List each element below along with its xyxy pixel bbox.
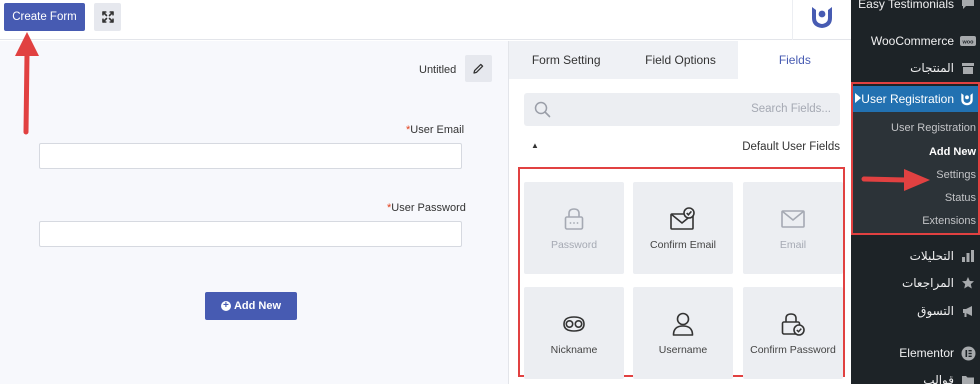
svg-text:woo: woo	[962, 40, 975, 46]
menu-item-label: المراجعات	[901, 276, 954, 290]
fullscreen-button[interactable]	[94, 3, 121, 31]
testimonial-icon	[960, 0, 976, 12]
menu-item-easy-testimonials[interactable]: Easy Testimonials	[851, 0, 980, 16]
field-card-password[interactable]: Password	[524, 182, 624, 274]
default-user-fields-header[interactable]: ▲ Default User Fields	[509, 137, 852, 159]
envelope-icon	[781, 210, 805, 228]
plus-circle-icon: +	[220, 301, 231, 311]
menu-item-analytics[interactable]: التحليلات	[851, 244, 980, 268]
edit-title-button[interactable]	[465, 55, 492, 82]
user-email-label-text: User Email	[410, 124, 465, 136]
lock-check-icon	[781, 313, 805, 336]
field-card-label: Confirm Email	[650, 239, 716, 251]
menu-item-elementor[interactable]: Elementor	[851, 341, 980, 365]
tab-form-setting[interactable]: Form Setting	[509, 41, 623, 79]
builder-panel: Form Setting Field Options Fields Search…	[508, 41, 852, 384]
wp-admin-sidebar: Easy Testimonials WooCommerce woo المنتج…	[851, 0, 980, 384]
megaphone-icon	[960, 303, 976, 319]
user-password-field[interactable]	[39, 221, 462, 247]
field-card-username[interactable]: Username	[633, 287, 733, 379]
search-icon	[534, 101, 551, 118]
menu-item-reviews[interactable]: المراجعات	[851, 271, 980, 295]
user-registration-logo	[812, 7, 832, 28]
mask-icon	[563, 316, 585, 332]
add-new-row-button[interactable]: + Add New	[205, 292, 297, 320]
search-placeholder: Search Fields...	[751, 103, 831, 115]
create-form-button[interactable]: Create Form	[4, 3, 85, 31]
tab-field-options[interactable]: Field Options	[623, 41, 737, 79]
user-icon	[672, 312, 694, 336]
lock-icon	[564, 208, 584, 230]
panel-tabs: Form Setting Field Options Fields	[509, 41, 852, 79]
user-email-field[interactable]	[39, 143, 462, 169]
field-card-nickname[interactable]: Nickname	[524, 287, 624, 379]
field-card-label: Nickname	[550, 344, 598, 356]
submenu-add-new[interactable]: Add New	[929, 146, 976, 158]
submenu-status[interactable]: Status	[945, 192, 976, 204]
envelope-check-icon	[670, 207, 695, 230]
menu-item-label: Easy Testimonials	[858, 0, 954, 11]
toolbar-divider	[792, 0, 793, 40]
menu-item-label: التسوق	[917, 304, 954, 318]
section-title: Default User Fields	[742, 141, 840, 153]
submenu-extensions[interactable]: Extensions	[922, 215, 976, 227]
menu-item-woocommerce[interactable]: WooCommerce woo	[851, 29, 980, 53]
menu-item-products[interactable]: المنتجات	[851, 56, 980, 80]
user-registration-logo	[961, 93, 973, 106]
woo-icon: woo	[960, 33, 976, 49]
menu-item-label: المنتجات	[910, 61, 954, 75]
elementor-icon	[960, 345, 976, 361]
user-password-label: *User Password	[387, 202, 466, 214]
menu-item-label: User Registration	[861, 92, 954, 106]
search-fields-input[interactable]: Search Fields...	[524, 93, 840, 126]
menu-item-user-registration[interactable]: User Registration	[853, 86, 978, 112]
user-registration-menu: User Registration User Registration Add …	[851, 82, 980, 235]
current-menu-pointer-icon	[855, 93, 861, 103]
field-card-label: Confirm Password	[750, 344, 836, 356]
expand-arrows-icon	[101, 11, 114, 23]
field-card-email[interactable]: Email	[743, 182, 843, 274]
tab-fields[interactable]: Fields	[737, 41, 852, 79]
field-card-confirm-password[interactable]: Confirm Password	[743, 287, 843, 379]
menu-item-label: التحليلات	[909, 249, 954, 263]
collapse-caret-icon: ▲	[531, 141, 539, 150]
chart-icon	[960, 248, 976, 264]
folder-icon	[960, 372, 976, 384]
user-password-label-text: User Password	[391, 202, 466, 214]
star-icon	[960, 275, 976, 291]
field-card-label: Password	[550, 239, 598, 251]
pencil-icon	[473, 63, 484, 74]
form-canvas: Untitled *User Email *User Password + Ad…	[0, 41, 508, 384]
form-title[interactable]: Untitled	[419, 64, 456, 76]
add-new-label: Add New	[233, 300, 282, 312]
menu-item-marketing[interactable]: التسوق	[851, 299, 980, 323]
user-email-label: *User Email	[406, 124, 464, 136]
menu-item-label: قوالب	[923, 373, 954, 384]
user-registration-submenu: User Registration Add New Settings Statu…	[853, 112, 978, 233]
field-card-label: Username	[658, 344, 708, 356]
field-card-label: Email	[779, 239, 807, 251]
submenu-settings[interactable]: Settings	[936, 169, 976, 181]
menu-item-templates[interactable]: قوالب	[851, 368, 980, 384]
field-card-confirm-email[interactable]: Confirm Email	[633, 182, 733, 274]
submenu-user-registration[interactable]: User Registration	[891, 122, 976, 134]
menu-item-label: Elementor	[899, 346, 954, 360]
archive-icon	[960, 60, 976, 76]
menu-item-label: WooCommerce	[870, 34, 954, 48]
builder-toolbar: Create Form	[0, 0, 851, 40]
